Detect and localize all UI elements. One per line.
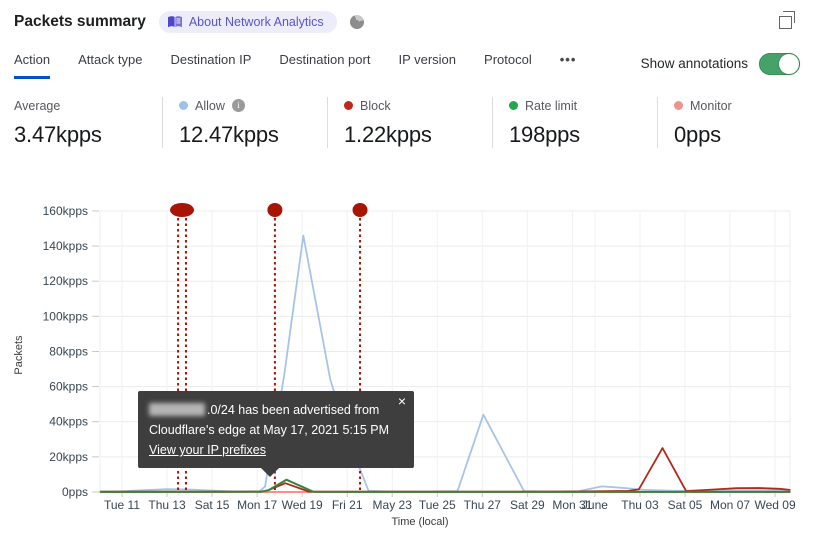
show-annotations-label: Show annotations [640, 56, 748, 71]
y-tick-label: 20kpps [49, 450, 88, 464]
more-tabs-button[interactable]: ••• [560, 52, 577, 79]
tab-ip-version[interactable]: IP version [398, 52, 456, 79]
y-tick-label: 0pps [62, 485, 88, 499]
y-tick-label: 80kpps [49, 344, 88, 358]
stat-monitor-label: Monitor [690, 98, 732, 113]
tab-destination-port[interactable]: Destination port [279, 52, 370, 79]
annotation-marker [170, 203, 195, 217]
tab-attack-type[interactable]: Attack type [78, 52, 142, 79]
stat-rate-limit-label: Rate limit [525, 98, 578, 113]
stat-rate-limit: Rate limit 198pps [492, 97, 657, 148]
stat-rate-limit-value: 198pps [509, 122, 580, 147]
tooltip-line1: .0/24 has been advertised from [149, 400, 403, 420]
stat-allow: Allow 12.47kpps [162, 97, 327, 148]
x-tick-label: Fri 21 [332, 498, 363, 512]
y-tick-label: 100kpps [43, 309, 88, 323]
tab-protocol[interactable]: Protocol [484, 52, 532, 79]
copy-icon[interactable] [779, 11, 795, 29]
stat-monitor-value: 0pps [674, 122, 721, 147]
show-annotations-control: Show annotations [640, 52, 800, 79]
page-title: Packets summary [14, 13, 146, 30]
x-tick-label: May 23 [373, 498, 413, 512]
y-tick-label: 140kpps [43, 239, 88, 253]
rate-limit-legend-dot [509, 101, 518, 110]
x-tick-label: Mon 17 [237, 498, 277, 512]
redacted-ip-prefix [149, 403, 205, 416]
x-tick-label: Sat 15 [195, 498, 230, 512]
x-tick-label: Tue 25 [419, 498, 456, 512]
y-tick-label: 60kpps [49, 380, 88, 394]
stat-monitor: Monitor 0pps [657, 97, 816, 148]
stat-average-label: Average [14, 98, 61, 113]
book-icon [167, 16, 182, 28]
tooltip-line2: Cloudflare's edge at May 17, 2021 5:15 P… [149, 423, 390, 437]
allow-legend-dot [179, 101, 188, 110]
chart-header: Packets summary About Network Analytics [14, 11, 364, 33]
stat-average-value: 3.47kpps [14, 122, 102, 147]
x-tick-label: June [582, 498, 608, 512]
x-tick-label: Sat 29 [510, 498, 545, 512]
x-tick-label: Thu 13 [148, 498, 186, 512]
y-tick-label: 40kpps [49, 415, 88, 429]
x-axis-title: Time (local) [391, 516, 448, 528]
block-legend-dot [344, 101, 353, 110]
packets-chart[interactable]: 160kpps 140kpps 120kpps 100kpps 80kpps 60kpps… [0, 185, 816, 545]
annotation-tooltip: × .0/24 has been advertised from Cloudfl… [138, 391, 414, 477]
x-tick-label: Mon 07 [710, 498, 750, 512]
x-tick-label: Wed 19 [282, 498, 323, 512]
info-icon[interactable] [231, 99, 245, 112]
annotation-marker [267, 203, 283, 217]
about-network-analytics-badge[interactable]: About Network Analytics [158, 11, 337, 33]
x-tick-label: Thu 03 [621, 498, 659, 512]
badge-label: About Network Analytics [188, 15, 324, 29]
tooltip-close-icon[interactable]: × [398, 394, 406, 408]
stat-allow-label: Allow [195, 98, 225, 113]
stats-row: Average 3.47kpps Allow 12.47kpps Block 1… [14, 97, 816, 148]
x-tick-label: Wed 09 [755, 498, 796, 512]
tab-action[interactable]: Action [14, 52, 51, 79]
stat-block: Block 1.22kpps [327, 97, 492, 148]
stat-allow-value: 12.47kpps [179, 122, 279, 147]
stat-block-value: 1.22kpps [344, 122, 432, 147]
x-tick-label: Tue 11 [104, 498, 140, 512]
tab-destination-ip[interactable]: Destination IP [170, 52, 251, 79]
tab-bar: Action Attack type Destination IP Destin… [14, 52, 800, 79]
stat-average: Average 3.47kpps [14, 97, 162, 148]
data-freshness-donut-icon [349, 15, 364, 29]
x-tick-label: Sat 05 [668, 498, 703, 512]
x-tick-label: Thu 27 [464, 498, 502, 512]
annotation-marker [352, 203, 368, 217]
y-tick-label: 160kpps [43, 204, 88, 218]
view-ip-prefixes-link[interactable]: View your IP prefixes [149, 443, 266, 457]
show-annotations-toggle[interactable] [759, 52, 800, 75]
monitor-legend-dot [674, 101, 683, 110]
y-axis-title: Packets [13, 335, 25, 375]
stat-block-label: Block [360, 98, 391, 113]
y-tick-label: 120kpps [43, 274, 88, 288]
toggle-knob [779, 53, 799, 74]
